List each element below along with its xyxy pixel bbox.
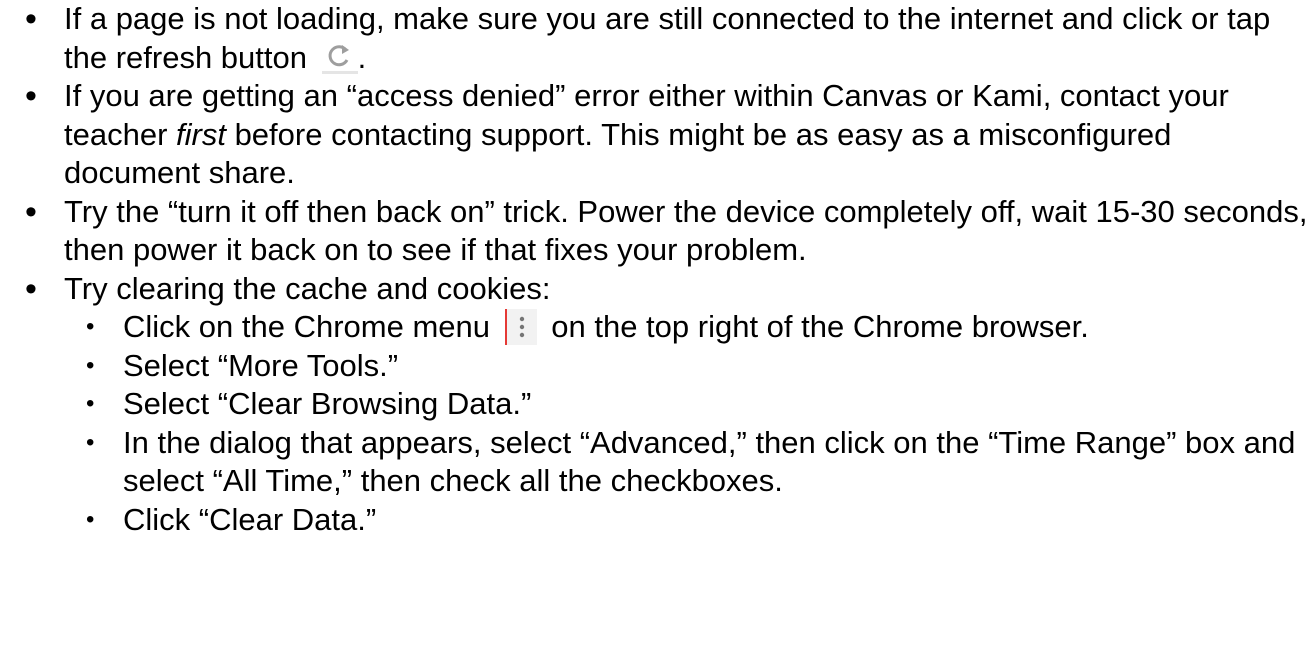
- tips-list: • If a page is not loading, make sure yo…: [0, 0, 1310, 539]
- bullet: •: [86, 428, 95, 456]
- sub-list-item-chrome-menu: • Click on the Chrome menu on the top ri…: [0, 308, 1310, 347]
- bullet: •: [86, 351, 95, 379]
- list-item-clear-cache: • Try clearing the cache and cookies: • …: [0, 270, 1310, 540]
- sub-item-text: Select “Clear Browsing Data.”: [123, 386, 532, 421]
- sub-list-item-more-tools: • Select “More Tools.”: [0, 347, 1310, 386]
- list-item-refresh: • If a page is not loading, make sure yo…: [0, 0, 1310, 77]
- emphasis-text: first: [176, 116, 226, 152]
- bullet: •: [86, 313, 95, 340]
- list-item-access-denied: • If you are getting an “access denied” …: [0, 77, 1310, 193]
- bullet: •: [86, 505, 95, 533]
- sub-list-item-clear-browsing-data: • Select “Clear Browsing Data.”: [0, 385, 1310, 424]
- sub-item-text: Click “Clear Data.”: [123, 501, 377, 537]
- list-item-text: Try clearing the cache and cookies:: [64, 270, 551, 306]
- refresh-icon: [321, 41, 358, 74]
- chrome-menu-icon: [504, 309, 537, 345]
- list-item-text: Try the “turn it off then back on” trick…: [64, 193, 1308, 268]
- sub-item-text: Select “More Tools.”: [123, 347, 399, 383]
- bullet: •: [25, 192, 37, 231]
- sub-list-item-clear-data: • Click “Clear Data.”: [0, 501, 1310, 540]
- sub-item-text: In the dialog that appears, select “Adva…: [123, 424, 1296, 499]
- bullet: •: [25, 0, 37, 38]
- sub-list-item-advanced: • In the dialog that appears, select “Ad…: [0, 424, 1310, 501]
- list-item-restart: • Try the “turn it off then back on” tri…: [0, 193, 1310, 270]
- list-item-text: If a page is not loading, make sure you …: [64, 1, 1271, 75]
- bullet: •: [25, 77, 37, 115]
- troubleshooting-page: • If a page is not loading, make sure yo…: [0, 0, 1310, 655]
- list-item-text-end: .: [357, 39, 367, 75]
- sub-item-text: Click on the Chrome menu: [123, 309, 490, 344]
- sub-item-text-end: on the top right of the Chrome browser.: [551, 309, 1089, 344]
- bullet: •: [25, 269, 37, 308]
- clear-cache-steps: • Click on the Chrome menu on the top ri…: [64, 308, 1310, 539]
- list-item-text-end: before contacting support. This might be…: [64, 116, 1172, 191]
- bullet: •: [86, 390, 95, 417]
